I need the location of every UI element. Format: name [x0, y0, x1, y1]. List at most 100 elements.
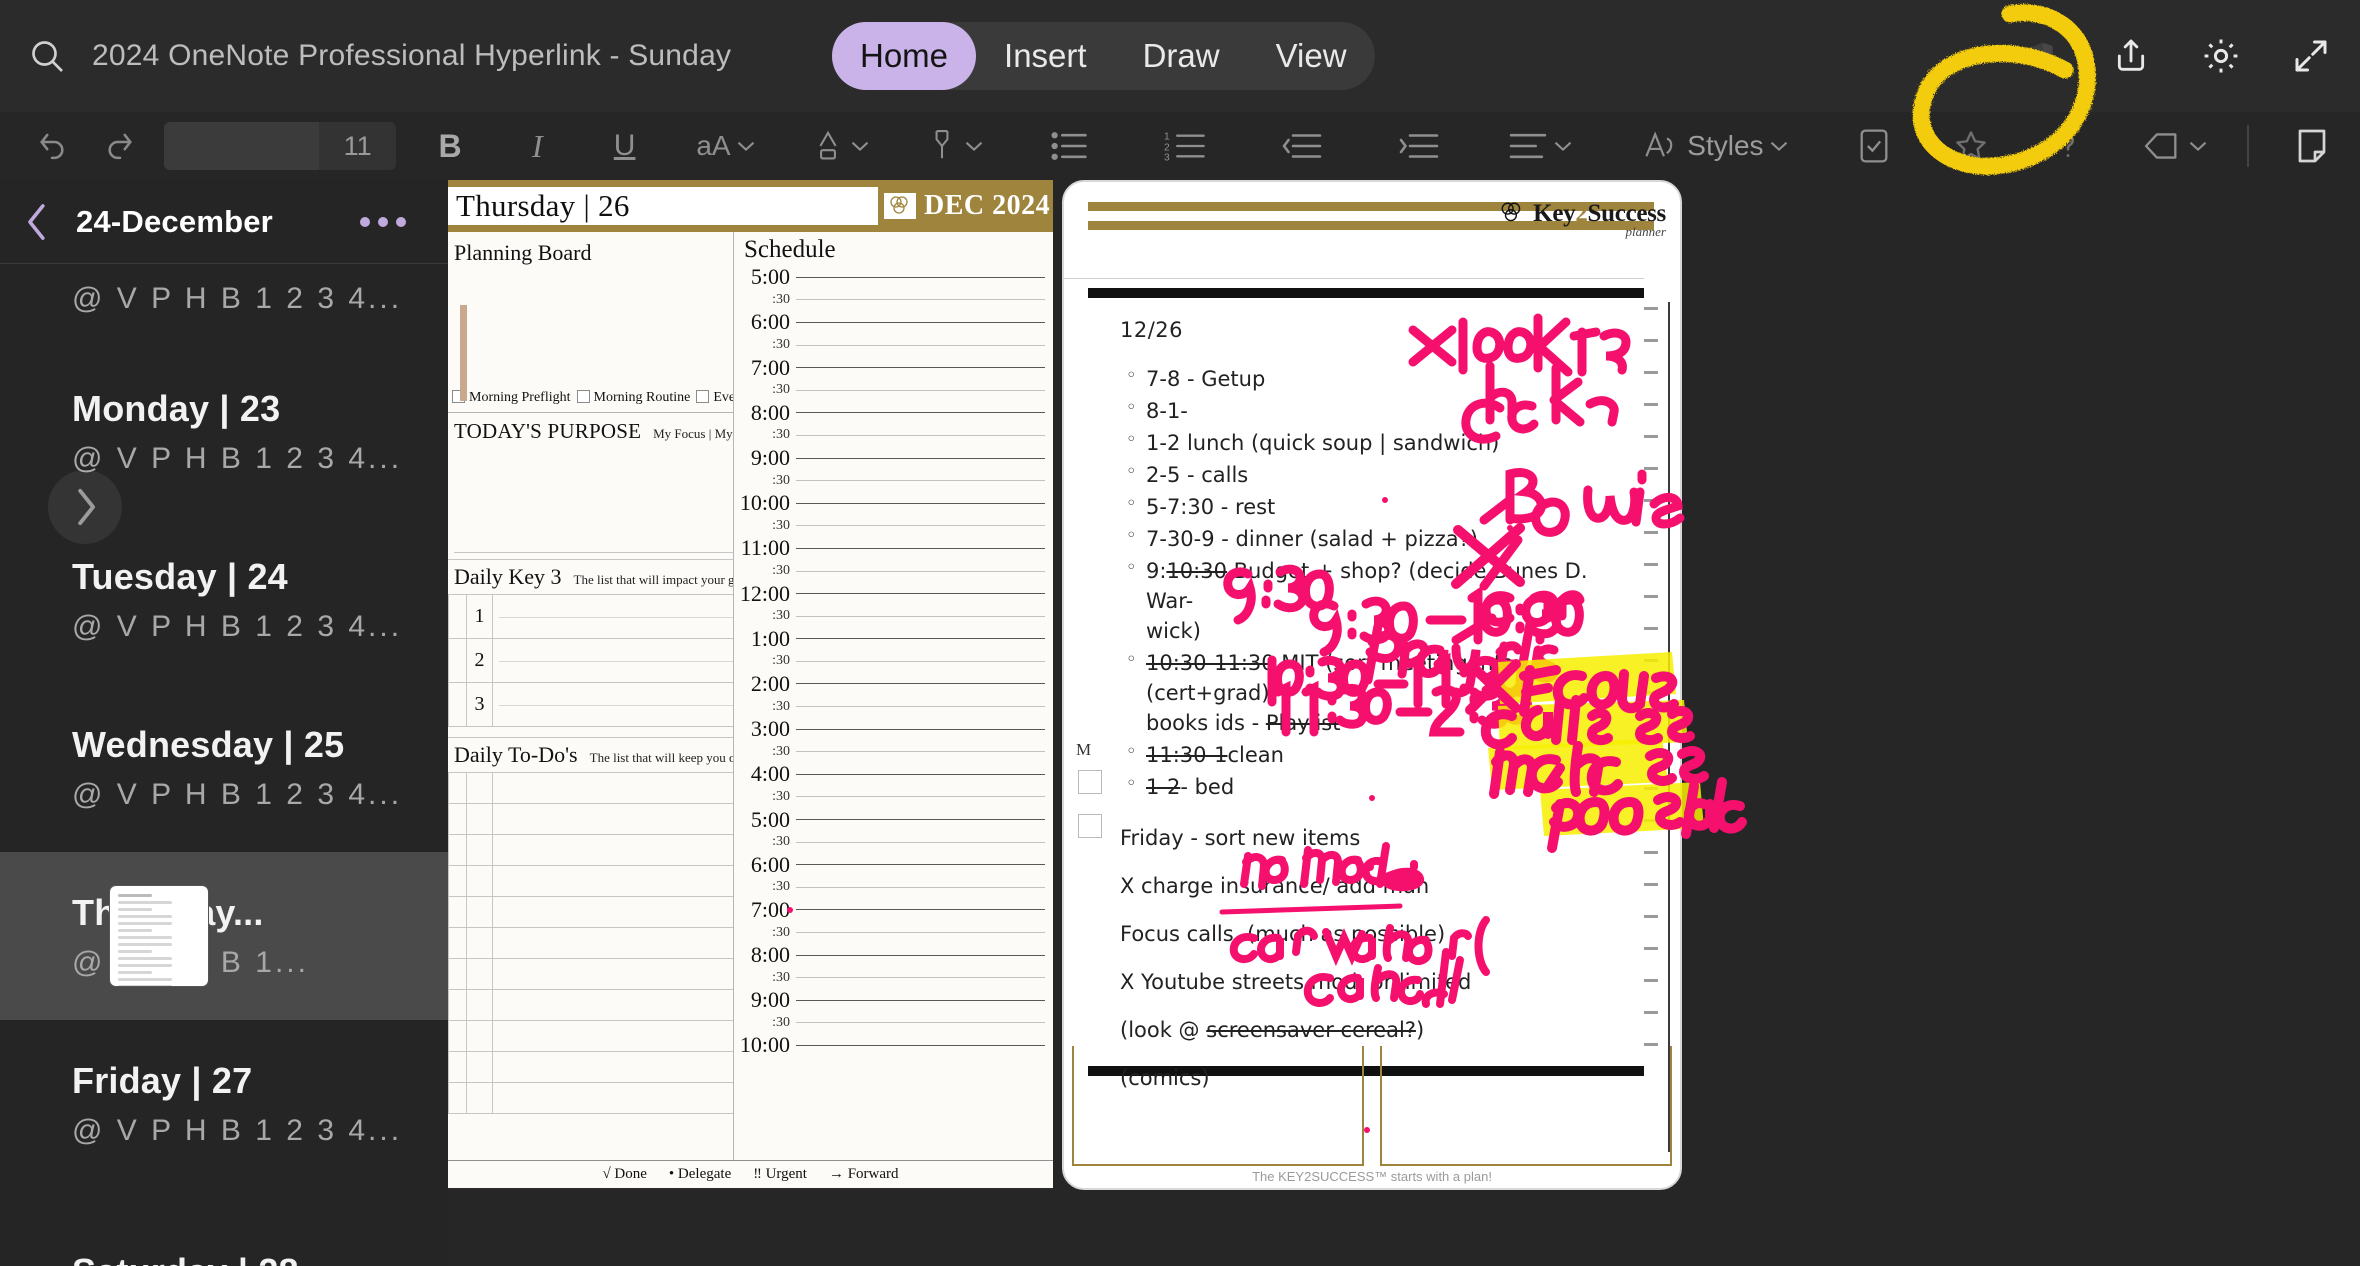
search-icon[interactable]: [24, 33, 70, 79]
schedule-hour-row[interactable]: 11:00: [734, 535, 1053, 560]
schedule-hour-row[interactable]: 2:00: [734, 671, 1053, 696]
todo-check-cell[interactable]: [466, 834, 493, 866]
key3-mark-cell[interactable]: [448, 594, 467, 639]
schedule-hour-row[interactable]: 10:00: [734, 1032, 1053, 1057]
notes-footer-box-right[interactable]: [1380, 1046, 1672, 1166]
notes-checkbox-2[interactable]: [1078, 814, 1102, 838]
schedule-hour-row[interactable]: 7:00: [734, 355, 1053, 380]
todo-mark-cell[interactable]: [448, 1082, 467, 1114]
font-color-button[interactable]: [783, 112, 897, 180]
schedule-half-row[interactable]: :30: [734, 515, 1053, 538]
share-icon[interactable]: [2104, 29, 2158, 83]
chevron-right-icon[interactable]: [48, 470, 122, 544]
align-button[interactable]: [1477, 112, 1603, 180]
schedule-half-row[interactable]: :30: [734, 831, 1053, 854]
planner-page[interactable]: Thursday | 26 DEC 2024 Planning Board Mo…: [448, 180, 1053, 1190]
schedule-hour-row[interactable]: 8:00: [734, 942, 1053, 967]
checkbox-icon[interactable]: [576, 390, 590, 403]
todo-check-cell[interactable]: [466, 865, 493, 897]
star-button[interactable]: [1923, 112, 2020, 180]
question-button[interactable]: [2020, 112, 2117, 180]
todo-check-cell[interactable]: [466, 927, 493, 959]
notes-page[interactable]: Key2Success planner 12/26 7-8 - Getup 8-…: [1062, 180, 1682, 1190]
schedule-hour-row[interactable]: 5:00: [734, 807, 1053, 832]
schedule-half-row[interactable]: :30: [734, 379, 1053, 402]
schedule-hour-row[interactable]: 7:00: [734, 897, 1053, 922]
schedule-hour-row[interactable]: 8:00: [734, 400, 1053, 425]
decrease-indent-button[interactable]: [1244, 112, 1360, 180]
highlighter-button[interactable]: [897, 112, 1011, 180]
redo-icon[interactable]: [86, 112, 154, 180]
chevron-left-icon[interactable]: [0, 201, 76, 243]
routine-morning-preflight[interactable]: Morning Preflight: [452, 390, 571, 406]
bullet-list-button[interactable]: [1011, 112, 1127, 180]
todo-mark-cell[interactable]: [448, 834, 467, 866]
tab-draw[interactable]: Draw: [1115, 22, 1248, 90]
more-options-icon[interactable]: [360, 216, 406, 227]
expand-arrows-icon[interactable]: [2284, 29, 2338, 83]
sidebar-item-tuesday[interactable]: Tuesday | 24 @ V P H B 1 2 3 4...: [0, 516, 448, 684]
schedule-hour-row[interactable]: 3:00: [734, 716, 1053, 741]
undo-icon[interactable]: [18, 112, 86, 180]
todo-mark-cell[interactable]: [448, 989, 467, 1021]
schedule-half-row[interactable]: :30: [734, 966, 1053, 989]
styles-button[interactable]: Styles: [1603, 112, 1826, 180]
bold-button[interactable]: B: [406, 112, 493, 180]
notes-content[interactable]: 12/26 7-8 - Getup 8-1- 1-2 lunch (quick …: [1120, 318, 1620, 1090]
schedule-half-row[interactable]: :30: [734, 334, 1053, 357]
todo-mark-cell[interactable]: [448, 772, 467, 804]
schedule-half-row[interactable]: :30: [734, 469, 1053, 492]
tab-insert[interactable]: Insert: [976, 22, 1115, 90]
todo-check-cell[interactable]: [466, 1051, 493, 1083]
schedule-hour-row[interactable]: 10:00: [734, 490, 1053, 515]
schedule-hour-row[interactable]: 9:00: [734, 987, 1053, 1012]
todo-check-cell[interactable]: [466, 803, 493, 835]
planning-board[interactable]: Planning Board Morning Preflight Morning…: [448, 232, 946, 412]
underline-button[interactable]: U: [581, 112, 668, 180]
sidebar-item-partial[interactable]: @ V P H B 1 2 3 4...: [0, 264, 448, 348]
todo-check-cell[interactable]: [466, 1020, 493, 1052]
tab-view[interactable]: View: [1248, 22, 1375, 90]
tag-button[interactable]: [2117, 112, 2233, 180]
sidebar-item-saturday[interactable]: Saturday | 28: [0, 1188, 448, 1266]
sidebar-item-wednesday[interactable]: Wednesday | 25 @ V P H B 1 2 3 4...: [0, 684, 448, 852]
todo-mark-cell[interactable]: [448, 896, 467, 928]
sidebar-item-friday[interactable]: Friday | 27 @ V P H B 1 2 3 4...: [0, 1020, 448, 1188]
todo-mark-cell[interactable]: [448, 927, 467, 959]
schedule-half-row[interactable]: :30: [734, 1012, 1053, 1035]
italic-button[interactable]: I: [494, 112, 581, 180]
schedule-half-row[interactable]: :30: [734, 876, 1053, 899]
settings-gear-icon[interactable]: [2194, 29, 2248, 83]
todo-mark-cell[interactable]: [448, 1051, 467, 1083]
schedule-half-row[interactable]: :30: [734, 605, 1053, 628]
todo-mark-cell[interactable]: [448, 958, 467, 990]
schedule-half-row[interactable]: :30: [734, 289, 1053, 312]
todo-check-cell[interactable]: [466, 989, 493, 1021]
office-logo-icon[interactable]: [2014, 29, 2068, 83]
todo-check-cell[interactable]: [466, 958, 493, 990]
notes-footer-box-left[interactable]: [1072, 1046, 1364, 1166]
todo-mark-cell[interactable]: [448, 865, 467, 897]
sidebar-item-thursday[interactable]: Thursday... @ V P H B 1...: [0, 852, 448, 1020]
tab-home[interactable]: Home: [832, 22, 977, 90]
schedule-half-row[interactable]: :30: [734, 786, 1053, 809]
sticky-note-button[interactable]: [2263, 112, 2360, 180]
todo-mark-cell[interactable]: [448, 1020, 467, 1052]
schedule-half-row[interactable]: :30: [734, 740, 1053, 763]
schedule-half-row[interactable]: :30: [734, 695, 1053, 718]
schedule-half-row[interactable]: :30: [734, 424, 1053, 447]
numbered-list-button[interactable]: 1 2 3: [1128, 112, 1244, 180]
todo-mark-cell[interactable]: [448, 803, 467, 835]
notes-checkbox-1[interactable]: [1078, 770, 1102, 794]
todo-check-cell[interactable]: [466, 896, 493, 928]
font-size-field[interactable]: 11: [318, 122, 397, 170]
increase-indent-button[interactable]: [1361, 112, 1477, 180]
todo-check-button[interactable]: [1826, 112, 1923, 180]
schedule-hour-row[interactable]: 12:00: [734, 581, 1053, 606]
todo-check-cell[interactable]: [466, 772, 493, 804]
schedule-hour-row[interactable]: 6:00: [734, 309, 1053, 334]
key3-mark-cell[interactable]: [448, 638, 467, 683]
routine-morning-routine[interactable]: Morning Routine: [576, 390, 690, 406]
key3-mark-cell[interactable]: [448, 682, 467, 727]
schedule-half-row[interactable]: :30: [734, 921, 1053, 944]
